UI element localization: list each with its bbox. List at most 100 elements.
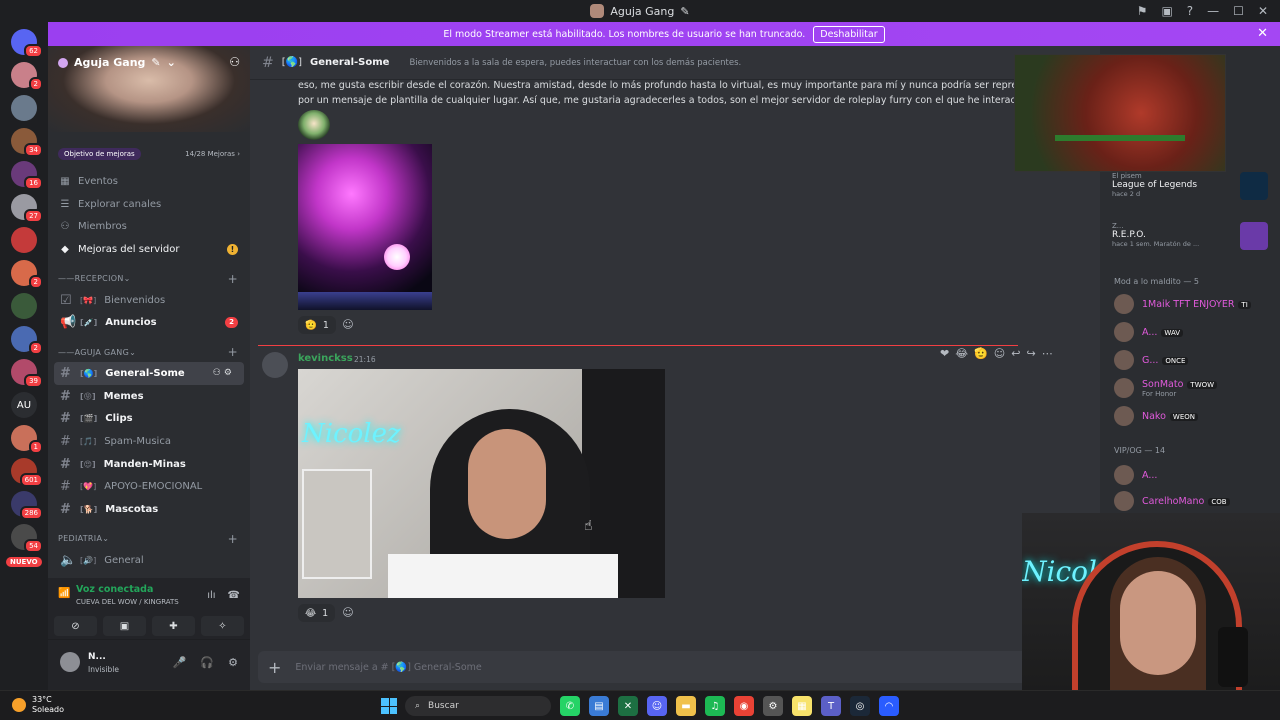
more-icon[interactable]: ⋯ bbox=[1042, 347, 1053, 360]
steam-icon[interactable]: ◎ bbox=[850, 696, 870, 716]
laugh-reaction-icon[interactable]: 😂 bbox=[955, 347, 968, 360]
message-author[interactable]: kevinckss bbox=[298, 353, 353, 364]
server-icon[interactable]: 2 bbox=[11, 62, 43, 91]
member-row[interactable]: 1Maik TFT ENJOYER TI bbox=[1114, 293, 1274, 315]
inbox-icon[interactable]: ▣ bbox=[1161, 4, 1172, 18]
channel-topic[interactable]: Bienvenidos a la sala de espera, puedes … bbox=[409, 58, 741, 68]
server-icon[interactable]: 62 bbox=[11, 29, 43, 58]
server-au[interactable]: AU bbox=[11, 392, 37, 418]
teams-icon[interactable]: T bbox=[821, 696, 841, 716]
add-reaction-icon[interactable]: ☺ bbox=[340, 605, 356, 621]
mic-muted-icon[interactable]: 🎤 bbox=[173, 656, 187, 669]
server-name[interactable]: Aguja Gang ✎ ⌄ bbox=[58, 56, 176, 69]
flag-icon[interactable]: ⚑ bbox=[1137, 4, 1148, 18]
channel-manden-minas[interactable]: # [😍] Manden-Minas bbox=[48, 453, 250, 476]
invite-icon[interactable]: ⚇ bbox=[229, 55, 240, 69]
heart-reaction-icon[interactable]: ❤ bbox=[940, 347, 949, 360]
noise-suppression-icon[interactable]: ılı bbox=[207, 590, 215, 601]
sticker-image[interactable] bbox=[298, 110, 330, 140]
salute-reaction-icon[interactable]: 🫡 bbox=[974, 347, 988, 360]
user-name[interactable]: N... bbox=[88, 652, 106, 662]
chrome-icon[interactable]: ◉ bbox=[734, 696, 754, 716]
channel-apoyo-emocional[interactable]: # [💖] APOYO-EMOCIONAL bbox=[48, 476, 250, 499]
maximize-icon[interactable]: ☐ bbox=[1233, 4, 1244, 18]
reaction-pill[interactable]: 🫡 1 bbox=[298, 316, 336, 334]
whatsapp-icon[interactable]: ✆ bbox=[560, 696, 580, 716]
minimize-icon[interactable]: — bbox=[1207, 4, 1219, 18]
channel-spam-musica[interactable]: # [🎵] Spam-Musica bbox=[48, 430, 250, 453]
arc-icon[interactable]: ◠ bbox=[879, 696, 899, 716]
sidebar-item-members[interactable]: ⚇ Miembros bbox=[48, 215, 250, 238]
channel-settings-icon[interactable]: ⚇ ⚙ bbox=[213, 368, 232, 378]
close-icon[interactable]: ✕ bbox=[1258, 4, 1268, 18]
server-icon[interactable]: 2 bbox=[11, 260, 43, 289]
channel-memes[interactable]: # [😝] Memes bbox=[48, 385, 250, 408]
server-icon[interactable]: 54 bbox=[11, 524, 43, 553]
forward-icon[interactable]: ↪ bbox=[1026, 347, 1035, 360]
activity-card[interactable]: El pisem League of Legends hace 2 d bbox=[1112, 172, 1270, 210]
category-recepcion[interactable]: —— RECEPCION ⌄ + bbox=[48, 269, 250, 289]
category-pediatria[interactable]: PEDIATRIA ⌄ + bbox=[48, 529, 250, 549]
camera-off-button[interactable]: ⊘ bbox=[54, 616, 97, 636]
sidebar-item-browse-channels[interactable]: ☰ Explorar canales bbox=[48, 193, 250, 216]
screen-share-button[interactable]: ▣ bbox=[103, 616, 146, 636]
attach-icon[interactable]: + bbox=[268, 658, 281, 677]
spotify-icon[interactable]: ♫ bbox=[705, 696, 725, 716]
signal-icon[interactable]: 📶 bbox=[58, 588, 70, 600]
server-icon[interactable]: 1 bbox=[11, 425, 43, 454]
server-icon[interactable]: 34 bbox=[11, 128, 43, 157]
voice-channel-name[interactable]: CUEVA DEL WOW / KINGRATS bbox=[76, 598, 179, 606]
voice-status[interactable]: Voz conectada bbox=[76, 584, 153, 595]
taskbar-search[interactable]: ⌕ Buscar bbox=[405, 696, 551, 716]
server-icon[interactable]: 2 bbox=[11, 326, 43, 355]
avatar[interactable] bbox=[60, 652, 80, 672]
soundboard-button[interactable]: ✧ bbox=[201, 616, 244, 636]
reply-icon[interactable]: ↩ bbox=[1011, 347, 1020, 360]
channel-mascotas[interactable]: # [🐕] Mascotas bbox=[48, 498, 250, 521]
add-reaction-icon[interactable]: ☺ bbox=[994, 347, 1005, 360]
weather-widget[interactable]: 33°C Soleado bbox=[12, 695, 64, 715]
member-row[interactable]: G... ONCE bbox=[1114, 349, 1274, 371]
sidebar-item-server-boosts[interactable]: ◆ Mejoras del servidor ! bbox=[48, 238, 250, 261]
channel-clips[interactable]: # [🎬] Clips bbox=[48, 408, 250, 431]
gear-icon[interactable]: ⚙ bbox=[228, 656, 238, 669]
server-icon[interactable]: 16 bbox=[11, 161, 43, 190]
member-row[interactable]: Nako WEON bbox=[1114, 405, 1274, 427]
add-channel-icon[interactable]: + bbox=[228, 272, 238, 286]
server-icon[interactable]: 601 bbox=[11, 458, 43, 487]
channel-bienvenidos[interactable]: ☑ [🎀] Bienvenidos bbox=[48, 289, 250, 312]
server-icon[interactable] bbox=[11, 293, 37, 319]
add-channel-icon[interactable]: + bbox=[228, 345, 238, 359]
category-aguja-gang[interactable]: —— AGUJA GANG ⌄ + bbox=[48, 342, 250, 362]
fireworks-gif[interactable] bbox=[298, 144, 432, 310]
server-header[interactable]: Aguja Gang ✎ ⌄ ⚇ bbox=[48, 46, 250, 132]
activity-card[interactable]: Z... R.E.P.O. hace 1 sem. Maratón de ... bbox=[1112, 222, 1270, 260]
new-badge[interactable]: NUEVO bbox=[6, 557, 42, 567]
activities-button[interactable]: ✚ bbox=[152, 616, 195, 636]
disconnect-icon[interactable]: ☎ bbox=[228, 590, 240, 601]
add-reaction-icon[interactable]: ☺ bbox=[340, 317, 356, 333]
add-channel-icon[interactable]: + bbox=[228, 532, 238, 546]
boost-goal[interactable]: Objetivo de mejoras 14/28 Mejoras › bbox=[58, 146, 240, 162]
excel-icon[interactable]: ✕ bbox=[618, 696, 638, 716]
banner-close-icon[interactable]: ✕ bbox=[1257, 26, 1268, 41]
message-composer[interactable]: + Enviar mensaje a # [🌎] General-Some 🎁 … bbox=[258, 651, 1094, 683]
disable-streamer-button[interactable]: Deshabilitar bbox=[813, 25, 885, 43]
settings-icon[interactable]: ⚙ bbox=[763, 696, 783, 716]
help-icon[interactable]: ? bbox=[1187, 4, 1193, 18]
server-icon[interactable] bbox=[11, 95, 37, 121]
discord-icon[interactable]: ☺ bbox=[647, 696, 667, 716]
notepad-icon[interactable]: ▤ bbox=[589, 696, 609, 716]
windows-start-icon[interactable] bbox=[381, 698, 397, 714]
member-row[interactable]: A... WAV bbox=[1114, 321, 1274, 343]
server-icon[interactable]: 39 bbox=[11, 359, 43, 388]
folder-icon[interactable]: ▬ bbox=[676, 696, 696, 716]
reaction-pill[interactable]: 😂 1 bbox=[298, 604, 336, 622]
video-attachment[interactable]: Nicolez bbox=[298, 369, 665, 598]
sticky-notes-icon[interactable]: ▦ bbox=[792, 696, 812, 716]
sidebar-item-events[interactable]: ▦ Eventos bbox=[48, 170, 250, 193]
channel-anuncios[interactable]: 📢 [💉] Anuncios 2 bbox=[48, 311, 250, 334]
avatar[interactable] bbox=[262, 352, 288, 378]
server-icon[interactable]: 27 bbox=[11, 194, 43, 223]
server-icon[interactable]: 286 bbox=[11, 491, 43, 520]
